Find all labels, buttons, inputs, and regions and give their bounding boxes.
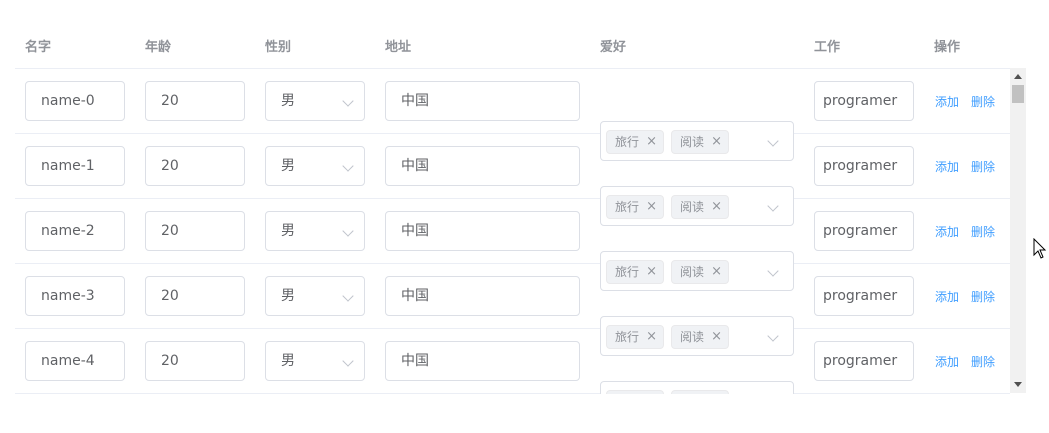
name-input[interactable]: name-4 — [25, 341, 125, 381]
job-input[interactable]: programer — [814, 81, 914, 121]
gender-value: 男 — [281, 158, 295, 174]
hobby-tag: 阅读× — [671, 390, 729, 394]
header-name: 名字 — [25, 40, 52, 55]
page: 名字 年龄 性别 地址 爱好 工作 操作 name-0 20 男中国 旅行 × 阅读 × pr… — [0, 0, 1049, 433]
add-link[interactable]: 添加 — [935, 223, 959, 240]
name-input[interactable]: name-3 — [25, 276, 125, 316]
triangle-down-icon[interactable] — [1014, 382, 1022, 387]
address-input[interactable]: 中国 — [385, 81, 580, 121]
job-input[interactable]: programer — [814, 341, 914, 381]
table-header: 名字 年龄 性别 地址 爱好 工作 操作 — [15, 22, 1025, 69]
table-row: name-3 20 男中国 旅行 × 阅读 × programer 添加 删除 — [15, 264, 1010, 356]
add-link[interactable]: 添加 — [935, 93, 959, 110]
age-input[interactable]: 20 — [145, 146, 245, 186]
delete-link[interactable]: 删除 — [971, 288, 995, 305]
address-input[interactable]: 中国 — [385, 211, 580, 251]
chevron-down-icon — [342, 95, 354, 107]
table-row: name-4 20 男 中国旅行× 阅读× programer 添加删除 — [15, 329, 1010, 394]
header-hobby: 爱好 — [600, 40, 627, 55]
triangle-up-icon[interactable] — [1014, 74, 1022, 79]
gender-value: 男 — [281, 353, 295, 369]
gender-select[interactable]: 男 — [265, 276, 365, 316]
gender-value: 男 — [281, 223, 295, 239]
job-input[interactable]: programer — [814, 276, 914, 316]
address-input[interactable]: 中国 — [385, 146, 580, 186]
age-input[interactable]: 20 — [145, 341, 245, 381]
name-input[interactable]: name-1 — [25, 146, 125, 186]
age-input[interactable]: 20 — [145, 276, 245, 316]
age-input[interactable]: 20 — [145, 211, 245, 251]
mouse-cursor-icon — [1033, 238, 1047, 259]
add-link[interactable]: 添加 — [935, 288, 959, 305]
close-icon[interactable]: × — [711, 391, 722, 394]
chevron-down-icon — [342, 355, 354, 367]
delete-link[interactable]: 删除 — [971, 93, 995, 110]
header-job: 工作 — [814, 40, 841, 55]
name-input[interactable]: name-0 — [25, 81, 125, 121]
age-input[interactable]: 20 — [145, 81, 245, 121]
table-row: name-0 20 男中国 旅行 × 阅读 × programer 添加 删除 — [15, 69, 1010, 161]
table-body[interactable]: name-0 20 男中国 旅行 × 阅读 × programer 添加 删除 name-1 20 男中… — [15, 69, 1025, 394]
table-row: name-2 20 男中国 旅行 × 阅读 × programer 添加 删除 — [15, 199, 1010, 291]
add-link[interactable]: 添加 — [935, 353, 959, 370]
name-input[interactable]: name-2 — [25, 211, 125, 251]
gender-select[interactable]: 男 — [265, 341, 365, 381]
chevron-down-icon — [342, 225, 354, 237]
gender-select[interactable]: 男 — [265, 81, 365, 121]
hobby-tag: 旅行× — [606, 390, 664, 394]
delete-link[interactable]: 删除 — [971, 353, 995, 370]
table-row: name-1 20 男中国 旅行 × 阅读 × programer 添加 删除 — [15, 134, 1010, 226]
close-icon[interactable]: × — [646, 391, 657, 394]
job-input[interactable]: programer — [814, 146, 914, 186]
address-input[interactable]: 中国 — [385, 276, 580, 316]
gender-select[interactable]: 男 — [265, 146, 365, 186]
gender-value: 男 — [281, 93, 295, 109]
address-input[interactable]: 中国 — [385, 341, 580, 381]
header-address: 地址 — [385, 40, 412, 55]
hobby-multiselect[interactable]: 旅行× 阅读× — [600, 381, 794, 394]
gender-value: 男 — [281, 288, 295, 304]
chevron-down-icon — [342, 160, 354, 172]
editable-table: 名字 年龄 性别 地址 爱好 工作 操作 name-0 20 男中国 旅行 × 阅读 × pr… — [15, 22, 1025, 394]
gender-select[interactable]: 男 — [265, 211, 365, 251]
delete-link[interactable]: 删除 — [971, 158, 995, 175]
header-gender: 性别 — [265, 40, 292, 55]
header-age: 年龄 — [145, 40, 172, 55]
header-actions: 操作 — [934, 40, 961, 55]
vertical-scrollbar[interactable] — [1010, 68, 1026, 393]
scrollbar-thumb[interactable] — [1012, 85, 1024, 103]
job-input[interactable]: programer — [814, 211, 914, 251]
chevron-down-icon — [342, 290, 354, 302]
delete-link[interactable]: 删除 — [971, 223, 995, 240]
add-link[interactable]: 添加 — [935, 158, 959, 175]
